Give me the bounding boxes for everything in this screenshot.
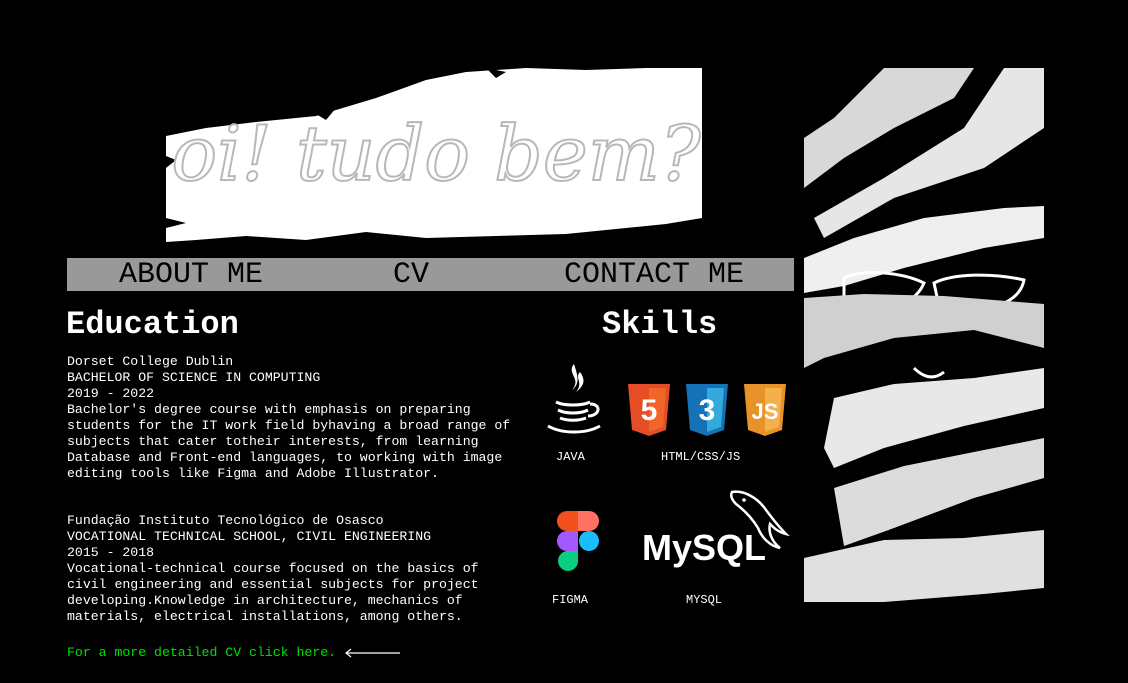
skill-label-html-css-js: HTML/CSS/JS — [661, 450, 741, 464]
skill-label-figma: FIGMA — [552, 593, 589, 607]
skill-label-java: JAVA — [556, 450, 585, 464]
education-heading: Education — [66, 306, 239, 343]
school-name: Dorset College Dublin — [67, 354, 234, 369]
cv-link-text[interactable]: For a more detailed CV click here. — [67, 645, 336, 660]
years: 2015 - 2018 — [67, 545, 155, 560]
svg-text:MySQL: MySQL — [642, 527, 766, 568]
main-nav: ABOUT ME CV CONTACT ME — [67, 258, 794, 291]
css3-icon: 3 — [686, 384, 728, 436]
description: Vocational-technical course focused on t… — [67, 561, 479, 624]
degree-name: VOCATIONAL TECHNICAL SCHOOL, CIVIL ENGIN… — [67, 529, 432, 544]
school-name: Fundação Instituto Tecnológico de Osasco — [67, 513, 384, 528]
js-icon: JS — [744, 384, 786, 436]
detailed-cv-link[interactable]: For a more detailed CV click here. — [67, 645, 401, 660]
education-entry: Fundação Instituto Tecnológico de Osasco… — [67, 513, 527, 625]
html-css-js-icons: 5 3 JS — [628, 384, 790, 436]
svg-text:JS: JS — [752, 399, 779, 424]
nav-cv[interactable]: CV — [393, 259, 429, 291]
years: 2019 - 2022 — [67, 386, 155, 401]
portrait-halftone-image — [804, 68, 1044, 602]
brush-stroke-image: oi! tudo bem? — [166, 68, 702, 242]
hero-banner: oi! tudo bem? — [166, 68, 702, 242]
skills-heading: Skills — [602, 306, 718, 343]
svg-text:3: 3 — [699, 394, 716, 427]
java-icon — [547, 364, 601, 434]
education-entry: Dorset College Dublin BACHELOR OF SCIENC… — [67, 354, 527, 482]
arrow-left-icon — [345, 648, 401, 657]
banner-script-text: oi! tudo bem? — [171, 109, 702, 198]
nav-contact-me[interactable]: CONTACT ME — [564, 259, 744, 291]
figma-icon — [557, 511, 599, 571]
mysql-icon: MySQL — [642, 490, 790, 568]
portrait-image — [804, 68, 1044, 602]
description: Bachelor's degree course with emphasis o… — [67, 402, 511, 481]
nav-about-me[interactable]: ABOUT ME — [119, 259, 263, 291]
degree-name: BACHELOR OF SCIENCE IN COMPUTING — [67, 370, 321, 385]
html5-icon: 5 — [628, 384, 670, 436]
svg-text:5: 5 — [641, 394, 658, 427]
skill-label-mysql: MYSQL — [686, 593, 723, 607]
